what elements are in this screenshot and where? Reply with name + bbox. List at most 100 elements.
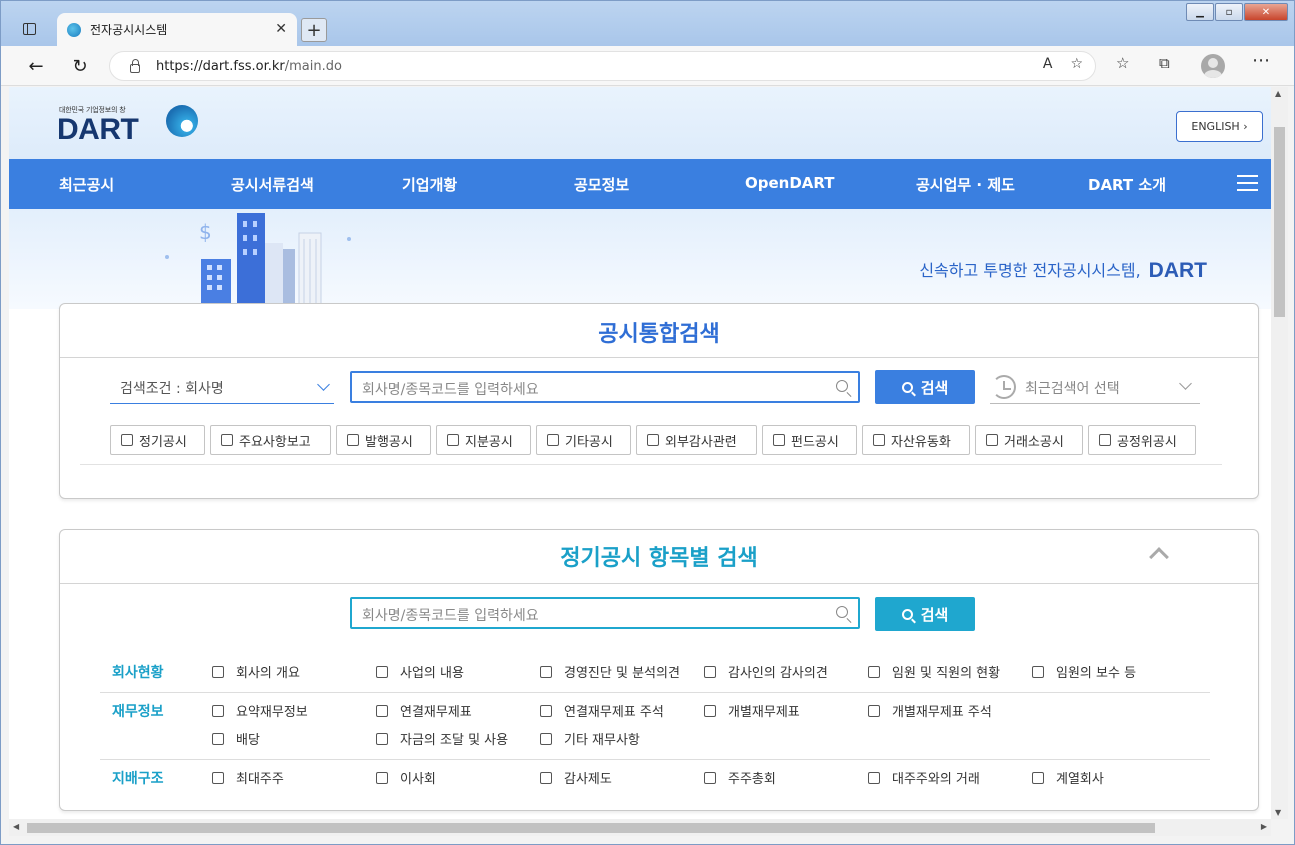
filter-other[interactable]: 기타공시 xyxy=(536,425,631,455)
item-other-financial[interactable]: 기타 재무사항 xyxy=(540,729,640,748)
item-affiliates[interactable]: 계열회사 xyxy=(1032,768,1104,787)
add-favorite-icon[interactable]: ☆ xyxy=(1070,56,1083,72)
checkbox[interactable] xyxy=(868,665,880,678)
more-icon[interactable]: ⋯ xyxy=(1252,50,1270,71)
filter-equity[interactable]: 지분공시 xyxy=(436,425,531,455)
filter-fund[interactable]: 펀드공시 xyxy=(762,425,857,455)
nav-about-dart[interactable]: DART 소개 xyxy=(1088,174,1166,195)
tab-actions-button[interactable] xyxy=(15,15,43,43)
dart-logo[interactable]: DART xyxy=(57,113,139,147)
close-tab-icon[interactable]: ✕ xyxy=(275,21,287,37)
integrated-search-input[interactable]: 회사명/종목코드를 입력하세요 xyxy=(350,371,860,403)
item-major-shareholder-transactions[interactable]: 대주주와의 거래 xyxy=(868,768,980,787)
checkbox[interactable] xyxy=(540,771,552,784)
checkbox[interactable] xyxy=(547,434,559,446)
checkbox[interactable] xyxy=(376,771,388,784)
scroll-down-icon[interactable]: ▼ xyxy=(1275,808,1281,817)
checkbox[interactable] xyxy=(447,434,459,446)
checkbox[interactable] xyxy=(1032,771,1044,784)
item-executives-employees[interactable]: 임원 및 직원의 현황 xyxy=(868,662,1000,681)
menu-icon[interactable] xyxy=(1237,175,1258,191)
item-separate-fs[interactable]: 개별재무제표 xyxy=(704,701,800,720)
checkbox[interactable] xyxy=(540,732,552,745)
profile-avatar[interactable] xyxy=(1201,54,1225,78)
item-consolidated-fs-notes[interactable]: 연결재무제표 주석 xyxy=(540,701,664,720)
scroll-up-icon[interactable]: ▲ xyxy=(1275,89,1281,98)
item-auditor-opinion[interactable]: 감사인의 감사의견 xyxy=(704,662,828,681)
item-funding-use[interactable]: 자금의 조달 및 사용 xyxy=(376,729,508,748)
filter-ftc[interactable]: 공정위공시 xyxy=(1088,425,1196,455)
nav-company-overview[interactable]: 기업개황 xyxy=(402,174,457,195)
checkbox[interactable] xyxy=(376,732,388,745)
maximize-button[interactable]: ▫ xyxy=(1215,3,1243,21)
item-company-overview[interactable]: 회사의 개요 xyxy=(212,662,300,681)
item-executive-compensation[interactable]: 임원의 보수 등 xyxy=(1032,662,1136,681)
checkbox[interactable] xyxy=(540,704,552,717)
vertical-scroll-thumb[interactable] xyxy=(1274,127,1285,317)
item-largest-shareholder[interactable]: 최대주주 xyxy=(212,768,284,787)
close-window-button[interactable]: ✕ xyxy=(1244,3,1288,21)
scroll-left-icon[interactable]: ◀ xyxy=(13,822,19,831)
refresh-icon[interactable]: ↻ xyxy=(67,53,93,79)
checkbox[interactable] xyxy=(376,665,388,678)
filter-issuance[interactable]: 발행공시 xyxy=(336,425,431,455)
checkbox[interactable] xyxy=(121,434,133,446)
address-bar[interactable]: https://dart.fss.or.kr/main.do A ☆ xyxy=(109,51,1096,81)
browser-tab[interactable]: 전자공시시스템 ✕ xyxy=(57,13,297,46)
checkbox[interactable] xyxy=(986,434,998,446)
item-audit-system[interactable]: 감사제도 xyxy=(540,768,612,787)
periodic-search-button[interactable]: 검색 xyxy=(875,597,975,631)
item-consolidated-fs[interactable]: 연결재무제표 xyxy=(376,701,472,720)
checkbox[interactable] xyxy=(212,704,224,717)
nav-opendart[interactable]: OpenDART xyxy=(745,174,835,192)
read-aloud-icon[interactable]: A xyxy=(1043,56,1053,72)
nav-recent[interactable]: 최근공시 xyxy=(59,174,114,195)
filter-securitization[interactable]: 자산유동화 xyxy=(862,425,970,455)
item-separate-fs-notes[interactable]: 개별재무제표 주석 xyxy=(868,701,992,720)
periodic-search-input[interactable]: 회사명/종목코드를 입력하세요 xyxy=(350,597,860,629)
integrated-search-button[interactable]: 검색 xyxy=(875,370,975,404)
checkbox[interactable] xyxy=(212,732,224,745)
filter-periodic[interactable]: 정기공시 xyxy=(110,425,205,455)
checkbox[interactable] xyxy=(704,704,716,717)
search-condition-select[interactable]: 검색조건 : 회사명 xyxy=(110,370,334,404)
collections-icon[interactable]: ⧉ xyxy=(1159,54,1170,72)
checkbox[interactable] xyxy=(868,771,880,784)
item-board[interactable]: 이사회 xyxy=(376,768,436,787)
checkbox[interactable] xyxy=(376,704,388,717)
horizontal-scroll-thumb[interactable] xyxy=(27,823,1155,833)
checkbox[interactable] xyxy=(221,434,233,446)
filter-major-report[interactable]: 주요사항보고 xyxy=(210,425,331,455)
checkbox[interactable] xyxy=(212,771,224,784)
favorites-icon[interactable]: ☆ xyxy=(1116,54,1129,72)
back-icon[interactable]: ← xyxy=(23,53,49,79)
horizontal-scrollbar[interactable]: ◀ ▶ xyxy=(9,819,1271,836)
checkbox[interactable] xyxy=(704,771,716,784)
scroll-right-icon[interactable]: ▶ xyxy=(1261,822,1267,831)
checkbox[interactable] xyxy=(347,434,359,446)
recent-search-select[interactable]: 최근검색어 선택 xyxy=(990,370,1200,404)
checkbox[interactable] xyxy=(704,665,716,678)
item-shareholders-meeting[interactable]: 주주총회 xyxy=(704,768,776,787)
checkbox[interactable] xyxy=(773,434,785,446)
minimize-button[interactable]: ▁ xyxy=(1186,3,1214,21)
item-management-analysis[interactable]: 경영진단 및 분석의견 xyxy=(540,662,680,681)
filter-exchange[interactable]: 거래소공시 xyxy=(975,425,1083,455)
item-business-content[interactable]: 사업의 내용 xyxy=(376,662,464,681)
checkbox[interactable] xyxy=(540,665,552,678)
checkbox[interactable] xyxy=(873,434,885,446)
filter-external-audit[interactable]: 외부감사관련 xyxy=(636,425,757,455)
english-button[interactable]: ENGLISH › xyxy=(1176,111,1263,142)
item-dividends[interactable]: 배당 xyxy=(212,729,260,748)
nav-document-search[interactable]: 공시서류검색 xyxy=(231,174,314,195)
nav-disclosure-system[interactable]: 공시업무 · 제도 xyxy=(916,174,1015,195)
checkbox[interactable] xyxy=(868,704,880,717)
checkbox[interactable] xyxy=(647,434,659,446)
vertical-scrollbar[interactable]: ▲ ▼ xyxy=(1271,87,1288,819)
checkbox[interactable] xyxy=(212,665,224,678)
new-tab-button[interactable]: + xyxy=(301,18,327,42)
checkbox[interactable] xyxy=(1032,665,1044,678)
checkbox[interactable] xyxy=(1099,434,1111,446)
nav-offering-info[interactable]: 공모정보 xyxy=(574,174,629,195)
item-summary-financials[interactable]: 요약재무정보 xyxy=(212,701,308,720)
